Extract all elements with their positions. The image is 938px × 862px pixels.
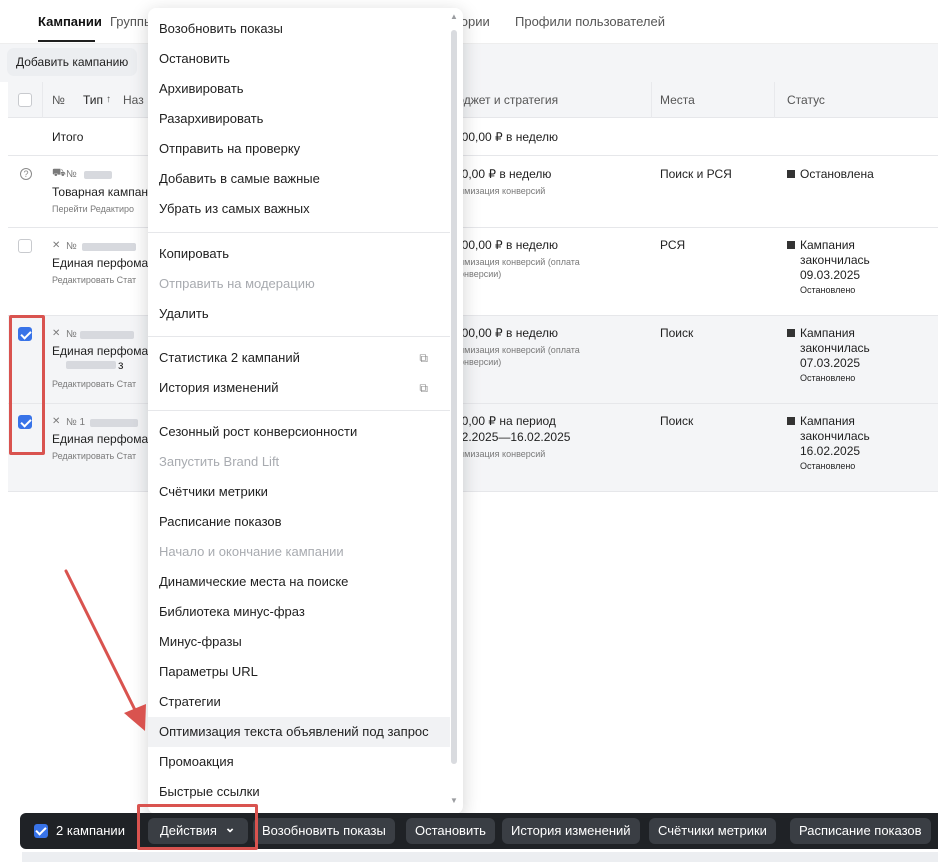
annotation-arrow	[64, 569, 146, 731]
